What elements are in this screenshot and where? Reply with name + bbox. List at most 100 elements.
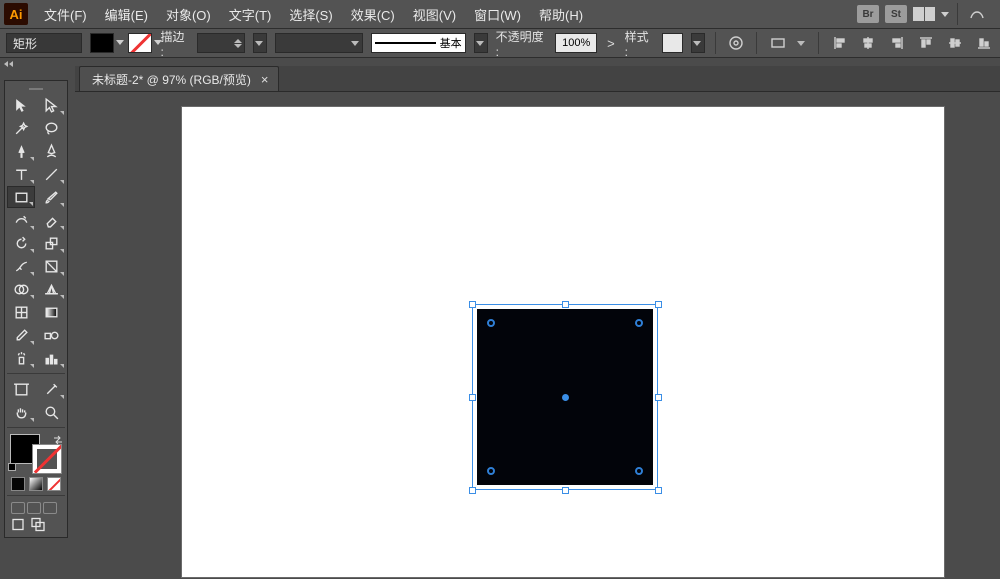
align-to-dropdown[interactable] bbox=[796, 33, 808, 53]
panel-grip[interactable] bbox=[7, 85, 65, 93]
separator bbox=[715, 32, 716, 54]
stroke-color-swatch[interactable] bbox=[128, 33, 152, 53]
scale-tool[interactable] bbox=[37, 232, 65, 254]
eraser-tool[interactable] bbox=[37, 209, 65, 231]
perspective-grid-tool[interactable] bbox=[37, 278, 65, 300]
screen-mode-presentation[interactable] bbox=[43, 502, 57, 514]
close-icon[interactable]: × bbox=[261, 72, 269, 87]
column-graph-tool[interactable] bbox=[37, 347, 65, 369]
align-hcenter-icon[interactable] bbox=[858, 32, 879, 54]
canvas-area[interactable] bbox=[75, 92, 1000, 579]
corner-widget-br[interactable] bbox=[635, 467, 643, 475]
blend-tool[interactable] bbox=[37, 324, 65, 346]
selection-tool[interactable] bbox=[7, 94, 35, 116]
document-tab-title: 未标题-2* @ 97% (RGB/预览) bbox=[92, 71, 251, 88]
artboard[interactable] bbox=[181, 106, 945, 578]
handle-bl[interactable] bbox=[469, 487, 476, 494]
default-fill-stroke-icon[interactable] bbox=[8, 460, 16, 474]
panel-collapse-arrows[interactable] bbox=[0, 58, 75, 70]
free-transform-tool[interactable] bbox=[37, 255, 65, 277]
align-to-selection-icon[interactable] bbox=[767, 32, 788, 54]
handle-tl[interactable] bbox=[469, 301, 476, 308]
rectangle-tool[interactable] bbox=[7, 186, 35, 208]
menu-window[interactable]: 窗口(W) bbox=[466, 1, 529, 28]
magic-wand-tool[interactable] bbox=[7, 117, 35, 139]
screen-mode-full[interactable] bbox=[27, 502, 41, 514]
align-right-icon[interactable] bbox=[887, 32, 908, 54]
line-segment-tool[interactable] bbox=[37, 163, 65, 185]
paintbrush-tool[interactable] bbox=[37, 186, 65, 208]
brush-definition[interactable]: 基本 bbox=[371, 33, 466, 53]
menu-object[interactable]: 对象(O) bbox=[158, 1, 219, 28]
menu-help[interactable]: 帮助(H) bbox=[531, 1, 591, 28]
fill-color-swatch[interactable] bbox=[90, 33, 114, 53]
screen-mode-normal[interactable] bbox=[11, 502, 25, 514]
zoom-tool[interactable] bbox=[37, 401, 65, 423]
shaper-tool[interactable] bbox=[7, 209, 35, 231]
bridge-button[interactable]: Br bbox=[857, 5, 879, 23]
handle-br[interactable] bbox=[655, 487, 662, 494]
handle-mr[interactable] bbox=[655, 394, 662, 401]
rotate-tool[interactable] bbox=[7, 232, 35, 254]
direct-selection-tool[interactable] bbox=[37, 94, 65, 116]
slice-tool[interactable] bbox=[37, 378, 65, 400]
stroke-weight-dropdown[interactable] bbox=[253, 33, 267, 53]
graphic-style-swatch[interactable] bbox=[662, 33, 683, 53]
color-mode-solid[interactable] bbox=[11, 477, 25, 491]
color-mode-none[interactable] bbox=[47, 477, 61, 491]
handle-bm[interactable] bbox=[562, 487, 569, 494]
align-left-icon[interactable] bbox=[829, 32, 850, 54]
menu-file[interactable]: 文件(F) bbox=[36, 1, 95, 28]
artboard-tool[interactable] bbox=[7, 378, 35, 400]
tools-panel bbox=[4, 80, 68, 538]
mesh-tool[interactable] bbox=[7, 301, 35, 323]
screen-mode-row bbox=[7, 500, 65, 514]
width-tool[interactable] bbox=[7, 255, 35, 277]
corner-widget-tl[interactable] bbox=[487, 319, 495, 327]
menu-effect[interactable]: 效果(C) bbox=[343, 1, 403, 28]
align-vcenter-icon[interactable] bbox=[944, 32, 965, 54]
variable-width-profile[interactable] bbox=[275, 33, 363, 53]
color-mode-gradient[interactable] bbox=[29, 477, 43, 491]
brush-definition-dropdown[interactable] bbox=[474, 33, 488, 53]
symbol-sprayer-tool[interactable] bbox=[7, 347, 35, 369]
lasso-tool[interactable] bbox=[37, 117, 65, 139]
handle-tr[interactable] bbox=[655, 301, 662, 308]
stock-button[interactable]: St bbox=[885, 5, 907, 23]
fill-stroke-control[interactable] bbox=[8, 434, 64, 474]
graphic-style-dropdown[interactable] bbox=[691, 33, 705, 53]
menu-view[interactable]: 视图(V) bbox=[405, 1, 464, 28]
arrange-documents-caret[interactable] bbox=[941, 12, 949, 17]
document-tab-row: 未标题-2* @ 97% (RGB/预览) × bbox=[75, 66, 1000, 92]
shape-builder-tool[interactable] bbox=[7, 278, 35, 300]
stroke-weight-stepper[interactable] bbox=[197, 33, 245, 53]
type-tool[interactable] bbox=[7, 163, 35, 185]
corner-widget-tr[interactable] bbox=[635, 319, 643, 327]
handle-ml[interactable] bbox=[469, 394, 476, 401]
draw-mode-behind[interactable] bbox=[31, 517, 45, 531]
menu-edit[interactable]: 编辑(E) bbox=[97, 1, 156, 28]
corner-widget-bl[interactable] bbox=[487, 467, 495, 475]
document-tab[interactable]: 未标题-2* @ 97% (RGB/预览) × bbox=[79, 66, 279, 91]
align-bottom-icon[interactable] bbox=[973, 32, 994, 54]
handle-tm[interactable] bbox=[562, 301, 569, 308]
opacity-flyout-icon[interactable]: > bbox=[605, 36, 617, 51]
graphic-style-label: 样式 : bbox=[625, 28, 654, 59]
tool-name-field[interactable]: 矩形 bbox=[6, 33, 82, 53]
gradient-tool[interactable] bbox=[37, 301, 65, 323]
eyedropper-tool[interactable] bbox=[7, 324, 35, 346]
stroke-swatch[interactable] bbox=[32, 444, 62, 474]
options-bar: 矩形 描边 : 基本 不透明度 : 100% > 样式 : bbox=[0, 28, 1000, 58]
arrange-documents-icon[interactable] bbox=[913, 7, 935, 21]
pen-tool[interactable] bbox=[7, 140, 35, 162]
recolor-artwork-icon[interactable] bbox=[726, 32, 747, 54]
gpu-preview-icon[interactable] bbox=[966, 3, 988, 25]
align-top-icon[interactable] bbox=[916, 32, 937, 54]
curvature-tool[interactable] bbox=[37, 140, 65, 162]
menu-type[interactable]: 文字(T) bbox=[221, 1, 280, 28]
menu-select[interactable]: 选择(S) bbox=[281, 1, 340, 28]
opacity-field[interactable]: 100% bbox=[555, 33, 597, 53]
hand-tool[interactable] bbox=[7, 401, 35, 423]
draw-mode-normal[interactable] bbox=[11, 517, 25, 531]
center-point[interactable] bbox=[562, 394, 569, 401]
